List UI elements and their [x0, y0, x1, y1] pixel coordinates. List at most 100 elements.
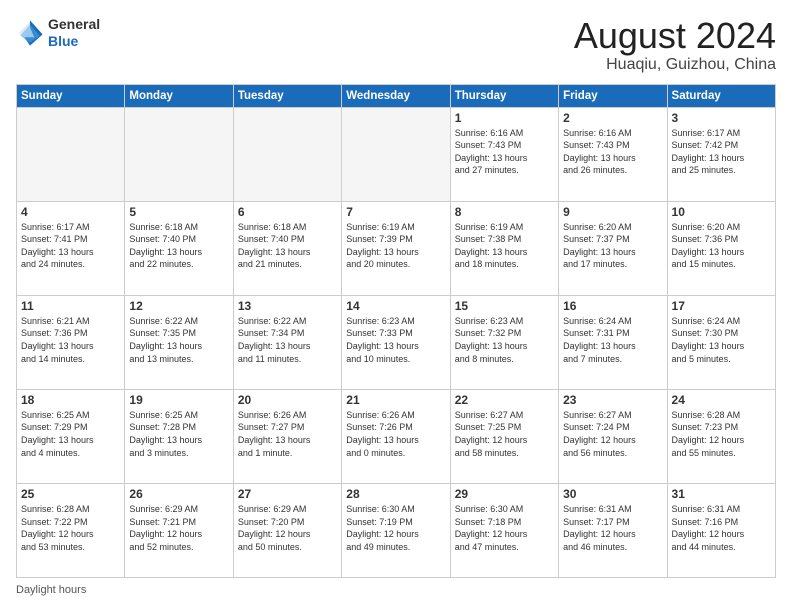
day-info: Sunrise: 6:17 AM Sunset: 7:41 PM Dayligh… [21, 221, 120, 271]
calendar-cell: 9 Sunrise: 6:20 AM Sunset: 7:37 PM Daylig… [559, 201, 667, 295]
day-number: 2 [563, 111, 662, 125]
calendar-cell: 15Sunrise: 6:23 AM Sunset: 7:32 PM Dayli… [450, 295, 558, 389]
calendar-cell: 21 Sunrise: 6:26 AM Sunset: 7:26 PM Dayli… [342, 389, 450, 483]
calendar-cell: 14 Sunrise: 6:23 AM Sunset: 7:33 PM Dayli… [342, 295, 450, 389]
day-number: 21 [346, 393, 445, 407]
day-number: 27 [238, 487, 337, 501]
calendar-week-2: 4 Sunrise: 6:17 AM Sunset: 7:41 PM Daylig… [17, 201, 776, 295]
day-number: 28 [346, 487, 445, 501]
calendar-cell: 29 Sunrise: 6:30 AM Sunset: 7:18 PM Dayli… [450, 483, 558, 577]
calendar-cell: 20 Sunrise: 6:26 AM Sunset: 7:27 PM Dayli… [233, 389, 341, 483]
calendar-cell: 16Sunrise: 6:24 AM Sunset: 7:31 PM Dayli… [559, 295, 667, 389]
day-number: 24 [672, 393, 771, 407]
calendar-header-row: SundayMondayTuesdayWednesdayThursdayFrid… [17, 84, 776, 107]
day-number: 11 [21, 299, 120, 313]
calendar-cell: 31Sunrise: 6:31 AM Sunset: 7:16 PM Dayli… [667, 483, 775, 577]
page-title: August 2024 [574, 16, 776, 56]
day-number: 1 [455, 111, 554, 125]
day-info: Sunrise: 6:22 AM Sunset: 7:35 PM Dayligh… [129, 315, 228, 365]
day-number: 4 [21, 205, 120, 219]
calendar-cell: 6Sunrise: 6:18 AM Sunset: 7:40 PM Daylig… [233, 201, 341, 295]
day-info: Sunrise: 6:30 AM Sunset: 7:18 PM Dayligh… [455, 503, 554, 553]
calendar-cell [342, 107, 450, 201]
calendar-cell: 1 Sunrise: 6:16 AM Sunset: 7:43 PM Daylig… [450, 107, 558, 201]
footer: Daylight hours [16, 584, 776, 596]
calendar-header-thursday: Thursday [450, 84, 558, 107]
day-info: Sunrise: 6:28 AM Sunset: 7:23 PM Dayligh… [672, 409, 771, 459]
calendar-cell: 18 Sunrise: 6:25 AM Sunset: 7:29 PM Dayli… [17, 389, 125, 483]
day-number: 29 [455, 487, 554, 501]
logo-icon [16, 19, 44, 47]
header: General Blue August 2024 Huaqiu, Guizhou… [16, 16, 776, 74]
day-number: 8 [455, 205, 554, 219]
day-info: Sunrise: 6:26 AM Sunset: 7:27 PM Dayligh… [238, 409, 337, 459]
day-info: Sunrise: 6:19 AM Sunset: 7:39 PM Dayligh… [346, 221, 445, 271]
calendar: SundayMondayTuesdayWednesdayThursdayFrid… [16, 84, 776, 578]
day-number: 22 [455, 393, 554, 407]
calendar-cell: 12 Sunrise: 6:22 AM Sunset: 7:35 PM Dayli… [125, 295, 233, 389]
calendar-cell: 28Sunrise: 6:30 AM Sunset: 7:19 PM Dayli… [342, 483, 450, 577]
calendar-cell: 10 Sunrise: 6:20 AM Sunset: 7:36 PM Dayli… [667, 201, 775, 295]
day-info: Sunrise: 6:25 AM Sunset: 7:28 PM Dayligh… [129, 409, 228, 459]
page: General Blue August 2024 Huaqiu, Guizhou… [0, 0, 792, 612]
day-number: 12 [129, 299, 228, 313]
day-number: 16 [563, 299, 662, 313]
calendar-header-sunday: Sunday [17, 84, 125, 107]
day-number: 23 [563, 393, 662, 407]
day-info: Sunrise: 6:23 AM Sunset: 7:32 PM Dayligh… [455, 315, 554, 365]
calendar-cell: 30 Sunrise: 6:31 AM Sunset: 7:17 PM Dayli… [559, 483, 667, 577]
day-info: Sunrise: 6:25 AM Sunset: 7:29 PM Dayligh… [21, 409, 120, 459]
calendar-cell: 7 Sunrise: 6:19 AM Sunset: 7:39 PM Daylig… [342, 201, 450, 295]
day-info: Sunrise: 6:29 AM Sunset: 7:21 PM Dayligh… [129, 503, 228, 553]
day-info: Sunrise: 6:27 AM Sunset: 7:25 PM Dayligh… [455, 409, 554, 459]
title-block: August 2024 Huaqiu, Guizhou, China [574, 16, 776, 74]
day-number: 13 [238, 299, 337, 313]
calendar-week-5: 25Sunrise: 6:28 AM Sunset: 7:22 PM Dayli… [17, 483, 776, 577]
calendar-header-tuesday: Tuesday [233, 84, 341, 107]
calendar-cell: 3Sunrise: 6:17 AM Sunset: 7:42 PM Daylig… [667, 107, 775, 201]
calendar-cell [233, 107, 341, 201]
calendar-cell: 27 Sunrise: 6:29 AM Sunset: 7:20 PM Dayli… [233, 483, 341, 577]
calendar-cell: 11 Sunrise: 6:21 AM Sunset: 7:36 PM Dayli… [17, 295, 125, 389]
calendar-cell [17, 107, 125, 201]
calendar-header-wednesday: Wednesday [342, 84, 450, 107]
day-info: Sunrise: 6:19 AM Sunset: 7:38 PM Dayligh… [455, 221, 554, 271]
calendar-header-monday: Monday [125, 84, 233, 107]
day-info: Sunrise: 6:31 AM Sunset: 7:17 PM Dayligh… [563, 503, 662, 553]
calendar-cell: 4 Sunrise: 6:17 AM Sunset: 7:41 PM Daylig… [17, 201, 125, 295]
day-info: Sunrise: 6:22 AM Sunset: 7:34 PM Dayligh… [238, 315, 337, 365]
day-info: Sunrise: 6:26 AM Sunset: 7:26 PM Dayligh… [346, 409, 445, 459]
day-info: Sunrise: 6:21 AM Sunset: 7:36 PM Dayligh… [21, 315, 120, 365]
day-number: 9 [563, 205, 662, 219]
day-number: 26 [129, 487, 228, 501]
day-info: Sunrise: 6:18 AM Sunset: 7:40 PM Dayligh… [238, 221, 337, 271]
day-number: 31 [672, 487, 771, 501]
day-number: 30 [563, 487, 662, 501]
calendar-week-1: 1 Sunrise: 6:16 AM Sunset: 7:43 PM Daylig… [17, 107, 776, 201]
day-number: 14 [346, 299, 445, 313]
day-info: Sunrise: 6:17 AM Sunset: 7:42 PM Dayligh… [672, 127, 771, 177]
page-subtitle: Huaqiu, Guizhou, China [574, 56, 776, 74]
calendar-cell: 2Sunrise: 6:16 AM Sunset: 7:43 PM Daylig… [559, 107, 667, 201]
calendar-header-saturday: Saturday [667, 84, 775, 107]
day-info: Sunrise: 6:16 AM Sunset: 7:43 PM Dayligh… [455, 127, 554, 177]
calendar-header-friday: Friday [559, 84, 667, 107]
day-info: Sunrise: 6:23 AM Sunset: 7:33 PM Dayligh… [346, 315, 445, 365]
calendar-cell: 17 Sunrise: 6:24 AM Sunset: 7:30 PM Dayli… [667, 295, 775, 389]
day-info: Sunrise: 6:24 AM Sunset: 7:30 PM Dayligh… [672, 315, 771, 365]
calendar-week-4: 18 Sunrise: 6:25 AM Sunset: 7:29 PM Dayli… [17, 389, 776, 483]
day-number: 20 [238, 393, 337, 407]
calendar-cell: 25Sunrise: 6:28 AM Sunset: 7:22 PM Dayli… [17, 483, 125, 577]
footer-label: Daylight hours [16, 584, 86, 596]
calendar-cell: 26 Sunrise: 6:29 AM Sunset: 7:21 PM Dayli… [125, 483, 233, 577]
day-number: 5 [129, 205, 228, 219]
day-info: Sunrise: 6:29 AM Sunset: 7:20 PM Dayligh… [238, 503, 337, 553]
day-number: 17 [672, 299, 771, 313]
day-number: 25 [21, 487, 120, 501]
day-number: 19 [129, 393, 228, 407]
day-number: 7 [346, 205, 445, 219]
day-number: 10 [672, 205, 771, 219]
day-info: Sunrise: 6:20 AM Sunset: 7:36 PM Dayligh… [672, 221, 771, 271]
day-number: 18 [21, 393, 120, 407]
day-info: Sunrise: 6:20 AM Sunset: 7:37 PM Dayligh… [563, 221, 662, 271]
